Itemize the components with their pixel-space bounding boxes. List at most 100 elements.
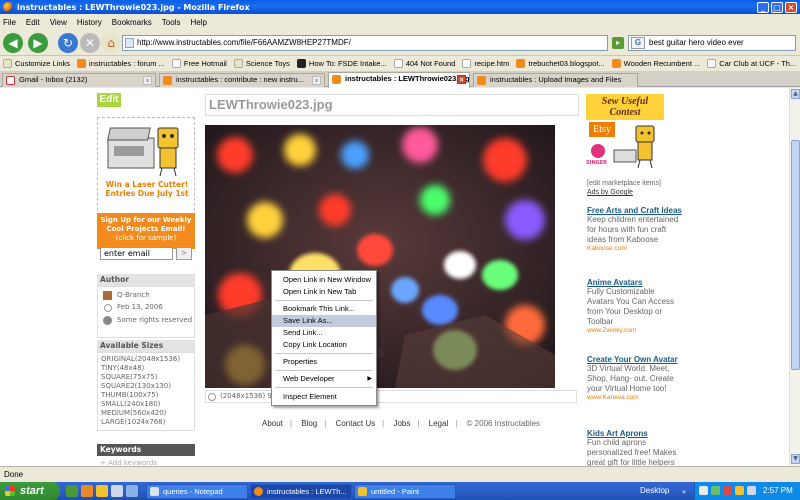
ads-by-google-link[interactable]: Ads by Google [587, 189, 633, 196]
size-link[interactable]: SQUARE2(130x130) [101, 382, 191, 391]
size-link[interactable]: SMALL(240x180) [101, 400, 191, 409]
menu-view[interactable]: View [50, 18, 67, 27]
sewing-robot-illustration [613, 125, 655, 169]
menu-edit[interactable]: Edit [26, 18, 40, 27]
ctx-inspect-element[interactable]: Inspect Element [272, 391, 376, 403]
bookmark-item[interactable]: recipe.htm [462, 59, 509, 68]
bookmark-item[interactable]: Science Toys [233, 59, 290, 68]
quicklaunch-icon[interactable] [111, 485, 123, 497]
close-tab-icon[interactable]: × [457, 75, 466, 84]
tray-icon[interactable] [747, 486, 756, 495]
bookmark-item[interactable]: instructables : forum ... [77, 59, 165, 68]
footer-contact-link[interactable]: Contact Us [336, 419, 376, 428]
ad-item[interactable]: Kids Art Aprons Fun child aprons persona… [587, 429, 683, 466]
desktop-toolbar-label[interactable]: Desktop [640, 482, 669, 500]
edit-marketplace-link[interactable]: [edit marketplace items] [587, 180, 661, 187]
maximize-button[interactable]: □ [771, 1, 783, 13]
scroll-down-icon[interactable]: ▼ [791, 454, 800, 464]
newsletter-signup[interactable]: Sign Up for our Weekly Cool Projects Ema… [97, 213, 195, 249]
menu-tools[interactable]: Tools [162, 18, 181, 27]
ad-item[interactable]: Create Your Own Avatar 3D Virtual World.… [587, 355, 685, 401]
footer-blog-link[interactable]: Blog [301, 419, 317, 428]
taskbar-notepad-button[interactable]: queries - Notepad [146, 484, 248, 499]
quicklaunch-icon[interactable] [81, 485, 93, 497]
forward-icon[interactable]: ▶ [28, 33, 48, 53]
menu-bookmarks[interactable]: Bookmarks [112, 18, 152, 27]
ctx-web-developer[interactable]: Web Developer ▶ [272, 373, 376, 385]
windows-taskbar: start queries - Notepad instructables : … [0, 482, 800, 500]
ad-item[interactable]: Anime Avatars Fully Customizable Avatars… [587, 278, 683, 334]
url-input[interactable]: http://www.instructables.com/file/F66AAM… [122, 35, 608, 51]
minimize-button[interactable]: _ [757, 1, 769, 13]
size-link[interactable]: THUMB(100x75) [101, 391, 191, 400]
quicklaunch-icon[interactable] [66, 485, 78, 497]
bookmark-item[interactable]: Free Hotmail [171, 59, 227, 68]
scroll-thumb[interactable] [791, 140, 800, 370]
tab-upload[interactable]: instructables : Upload Images and Files [473, 73, 638, 87]
size-link[interactable]: SQUARE(75x75) [101, 373, 191, 382]
taskbar-firefox-button[interactable]: instructables : LEWTh... [250, 484, 352, 499]
quicklaunch-icon[interactable] [96, 485, 108, 497]
ctx-open-new-window[interactable]: Open Link in New Window [272, 274, 376, 286]
bookmark-item[interactable]: 404 Not Found [393, 59, 455, 68]
size-link[interactable]: ORIGINAL(2048x1536) [101, 355, 191, 364]
tray-icon[interactable] [711, 486, 720, 495]
ctx-properties[interactable]: Properties [272, 356, 376, 368]
page-footer: About | Blog | Contact Us | Jobs | Legal | © … [262, 419, 541, 428]
footer-jobs-link[interactable]: Jobs [393, 419, 410, 428]
context-menu: Open Link in New Window Open Link in New… [271, 270, 377, 406]
footer-about-link[interactable]: About [262, 419, 283, 428]
tray-icon[interactable] [723, 486, 732, 495]
license-text[interactable]: Some rights reserved [117, 316, 192, 325]
tab-contribute[interactable]: instructables : contribute : new instru.… [159, 73, 325, 87]
stop-icon[interactable]: ✕ [80, 33, 100, 53]
tray-icon[interactable] [699, 486, 708, 495]
sew-useful-contest-banner[interactable]: Sew Useful Contest [586, 94, 664, 120]
size-link[interactable]: LARGE(1024x768) [101, 418, 191, 427]
sizes-heading: Available Sizes [97, 340, 195, 352]
footer-legal-link[interactable]: Legal [429, 419, 449, 428]
tray-icon[interactable] [735, 486, 744, 495]
email-submit-button[interactable]: > [176, 247, 192, 260]
clock: 2:57 PM [763, 486, 793, 495]
search-input[interactable]: G best guitar hero video ever [628, 35, 796, 51]
ctx-save-link-as[interactable]: Save Link As... [272, 315, 376, 327]
taskbar-paint-button[interactable]: untitled - Paint [354, 484, 456, 499]
bookmark-item[interactable]: How To: FSDE Intake... [296, 59, 387, 68]
home-icon[interactable]: ⌂ [101, 33, 121, 53]
add-keywords-link[interactable]: + Add keywords [97, 456, 195, 466]
status-text: Done [4, 470, 24, 479]
ctx-send-link[interactable]: Send Link... [272, 327, 376, 339]
menu-history[interactable]: History [77, 18, 102, 27]
menu-help[interactable]: Help [190, 18, 206, 27]
author-name[interactable]: Q-Branch [117, 291, 150, 300]
email-input[interactable]: enter email [100, 247, 173, 260]
google-icon[interactable]: G [631, 37, 645, 49]
ctx-copy-link-location[interactable]: Copy Link Location [272, 339, 376, 351]
ad-item[interactable]: Free Arts and Craft Ideas Keep children … [587, 206, 683, 252]
ctx-open-new-tab[interactable]: Open Link in New Tab [272, 286, 376, 298]
quicklaunch-icon[interactable] [126, 485, 138, 497]
close-button[interactable]: × [785, 1, 797, 13]
edit-button[interactable]: Edit [97, 93, 121, 107]
bookmark-item[interactable]: Car Club at UCF - Th... [707, 59, 796, 68]
size-link[interactable]: MEDIUM(560x420) [101, 409, 191, 418]
size-link[interactable]: TINY(48x48) [101, 364, 191, 373]
bookmark-item[interactable]: Wooden Recumbent ... [611, 59, 700, 68]
page-scrollbar[interactable]: ▲ ▼ [789, 88, 800, 466]
menu-file[interactable]: File [3, 18, 16, 27]
go-button[interactable]: ▸ [612, 37, 624, 49]
reload-icon[interactable]: ↻ [58, 33, 78, 53]
toolbar-expand-icon[interactable]: » [682, 488, 686, 496]
tab-lewthrowie[interactable]: instructables : LEWThrowie023.jpg × [328, 72, 470, 88]
back-icon[interactable]: ◀ [3, 33, 23, 53]
tab-gmail[interactable]: Gmail - Inbox (2132) × [2, 73, 156, 87]
close-tab-icon[interactable]: × [143, 76, 152, 85]
bookmark-item[interactable]: trebuchet03.blogspot... [516, 59, 605, 68]
scroll-up-icon[interactable]: ▲ [791, 89, 800, 99]
led-photo[interactable] [205, 125, 555, 388]
close-tab-icon[interactable]: × [312, 76, 321, 85]
start-button[interactable]: start [0, 482, 60, 500]
bookmark-item[interactable]: Customize Links [3, 59, 70, 68]
ctx-bookmark-link[interactable]: Bookmark This Link... [272, 303, 376, 315]
